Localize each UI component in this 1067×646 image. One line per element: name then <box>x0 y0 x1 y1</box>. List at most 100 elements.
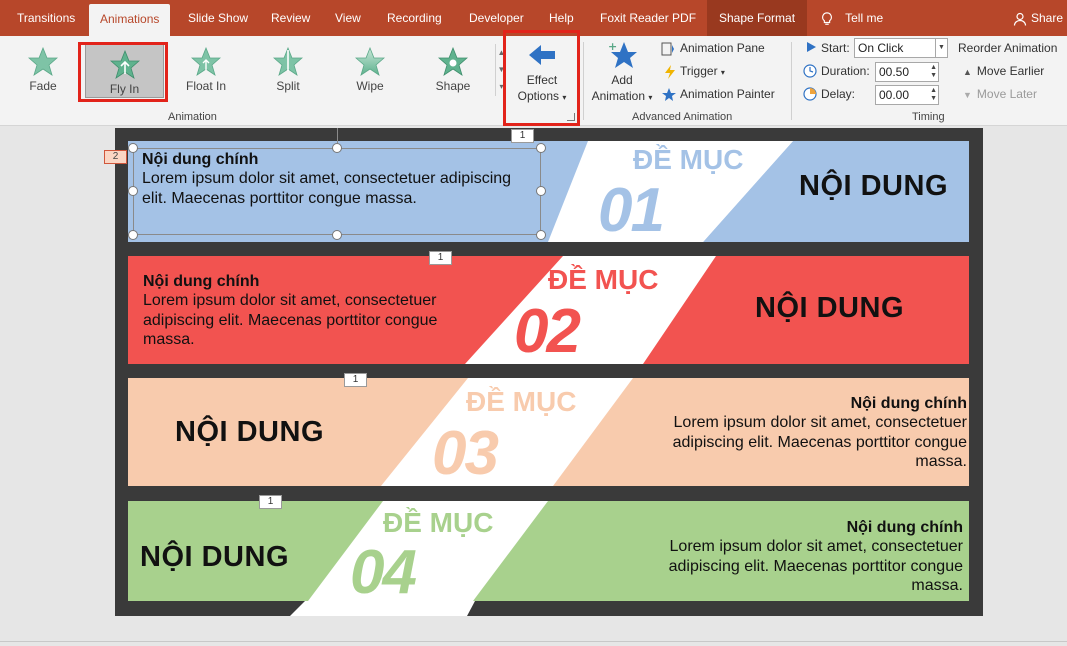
row-2-body: Lorem ipsum dolor sit amet, consectetuer… <box>143 292 438 348</box>
start-label: Start: <box>821 41 850 55</box>
dropdown-arrow-icon[interactable]: ▼ <box>935 39 947 57</box>
share-label: Share <box>1031 11 1064 25</box>
delay-input[interactable]: 00.00 ▲ ▼ <box>875 85 939 105</box>
row-3-number: 03 <box>432 419 499 488</box>
resize-handle-icon[interactable] <box>332 230 342 240</box>
resize-handle-icon[interactable] <box>536 186 546 196</box>
chevron-down-icon: ▾ <box>720 68 725 77</box>
row-3-label: NỘI DUNG <box>175 416 324 448</box>
dialog-launcher-icon[interactable] <box>567 113 575 121</box>
animation-shape[interactable]: Shape <box>416 40 490 98</box>
row-2-heading: Nội dung chính <box>143 273 260 290</box>
tab-transitions[interactable]: Transitions <box>17 0 75 36</box>
duration-input[interactable]: 00.50 ▲ ▼ <box>875 62 939 82</box>
row-2-label: NỘI DUNG <box>755 292 904 324</box>
wipe-star-icon <box>355 47 385 76</box>
animation-painter-button[interactable]: Animation Painter <box>661 84 775 104</box>
move-earlier-button[interactable]: ▲ Move Earlier <box>963 61 1044 81</box>
group-label-timing: Timing <box>912 111 945 123</box>
painter-star-icon <box>662 87 676 101</box>
triangle-down-icon: ▼ <box>963 90 972 100</box>
animation-wipe-label: Wipe <box>356 79 384 93</box>
add-animation-button[interactable]: + Add Animation ▾ <box>587 40 657 106</box>
tab-review[interactable]: Review <box>271 0 310 36</box>
move-earlier-label: Move Earlier <box>976 64 1045 78</box>
row-4-band[interactable]: NỘI DUNG ĐỀ MỤC 04 Nội dung chính Lorem … <box>128 501 969 607</box>
lightbulb-icon <box>822 12 832 25</box>
fade-star-icon <box>28 47 58 76</box>
move-later-label: Move Later <box>976 87 1037 101</box>
row-3-band[interactable]: NỘI DUNG ĐỀ MỤC 03 Nội dung chính Lorem … <box>128 378 969 488</box>
reorder-animation-label: Reorder Animation <box>958 41 1058 55</box>
animation-shape-label: Shape <box>435 79 471 93</box>
share-button[interactable]: Share <box>1013 0 1063 36</box>
slide-bottom-stripe <box>290 601 475 616</box>
animation-order-tag-selected[interactable]: 2 <box>104 150 127 164</box>
row-1-section: ĐỀ MỤC <box>633 144 744 175</box>
resize-handle-icon[interactable] <box>128 186 138 196</box>
move-later-button[interactable]: ▼ Move Later <box>963 84 1037 104</box>
row-3-text[interactable]: Nội dung chính Lorem ipsum dolor sit ame… <box>617 395 967 472</box>
resize-handle-icon[interactable] <box>332 143 342 153</box>
row-4-section: ĐỀ MỤC <box>383 507 494 538</box>
tab-animations[interactable]: Animations <box>89 4 171 36</box>
shape-star-icon <box>438 47 468 76</box>
animation-order-tag[interactable]: 1 <box>511 129 534 143</box>
resize-handle-icon[interactable] <box>128 143 138 153</box>
animation-fade-label: Fade <box>29 79 57 93</box>
highlight-fly-in <box>78 42 168 102</box>
tab-foxit-reader-pdf[interactable]: Foxit Reader PDF <box>600 0 696 36</box>
person-icon <box>1013 12 1027 26</box>
spin-down-icon[interactable]: ▼ <box>930 72 937 80</box>
split-star-icon <box>273 47 303 76</box>
animation-order-tag[interactable]: 1 <box>429 251 452 265</box>
resize-handle-icon[interactable] <box>536 143 546 153</box>
selection-frame[interactable] <box>133 148 541 235</box>
row-2-band[interactable]: Nội dung chính Lorem ipsum dolor sit ame… <box>128 256 969 366</box>
animation-pane-icon <box>661 42 674 56</box>
animation-wipe[interactable]: Wipe <box>333 40 407 98</box>
lightning-icon <box>665 64 675 79</box>
animation-order-tag[interactable]: 1 <box>259 495 282 509</box>
duration-label: Duration: <box>821 64 870 78</box>
float-in-star-icon <box>191 47 221 76</box>
separator <box>791 42 792 120</box>
highlight-effect-options <box>503 30 580 126</box>
resize-handle-icon[interactable] <box>536 230 546 240</box>
resize-handle-icon[interactable] <box>128 230 138 240</box>
row-4-text[interactable]: Nội dung chính Lorem ipsum dolor sit ame… <box>613 519 963 596</box>
tab-slide-show[interactable]: Slide Show <box>188 0 248 36</box>
play-icon <box>807 42 816 52</box>
add-star-icon: + <box>608 40 637 68</box>
row-3-heading: Nội dung chính <box>850 395 967 412</box>
spin-down-icon[interactable]: ▼ <box>930 95 937 103</box>
animation-order-tag[interactable]: 1 <box>344 373 367 387</box>
tell-me-label: Tell me <box>845 11 884 25</box>
animation-pane-button[interactable]: Animation Pane <box>661 38 765 58</box>
animation-painter-label: Animation Painter <box>680 87 775 101</box>
tab-recording[interactable]: Recording <box>387 0 442 36</box>
status-divider <box>0 641 1067 642</box>
row-2-section: ĐỀ MỤC <box>548 264 659 295</box>
add-animation-label-1: Add <box>611 73 633 87</box>
animation-float-in[interactable]: Float In <box>169 40 243 98</box>
animation-split-label: Split <box>276 79 300 93</box>
tell-me-search[interactable]: Tell me <box>820 0 883 36</box>
trigger-label: Trigger <box>680 64 718 78</box>
delay-value: 00.00 <box>879 88 910 102</box>
rotation-line <box>337 128 338 143</box>
tab-shape-format[interactable]: Shape Format <box>707 0 808 36</box>
animation-split[interactable]: Split <box>251 40 325 98</box>
row-1-number: 01 <box>598 176 665 245</box>
row-2-text[interactable]: Nội dung chính Lorem ipsum dolor sit ame… <box>143 273 493 350</box>
start-select[interactable]: On Click ▼ <box>854 38 948 58</box>
spin-up-icon[interactable]: ▲ <box>930 87 937 95</box>
animation-float-in-label: Float In <box>185 79 227 93</box>
separator <box>583 42 584 120</box>
trigger-button[interactable]: Trigger ▾ <box>663 61 725 81</box>
spin-up-icon[interactable]: ▲ <box>930 64 937 72</box>
start-value: On Click <box>858 41 904 55</box>
animation-fade[interactable]: Fade <box>6 40 80 98</box>
tab-view[interactable]: View <box>335 0 361 36</box>
row-3-section: ĐỀ MỤC <box>466 386 577 417</box>
